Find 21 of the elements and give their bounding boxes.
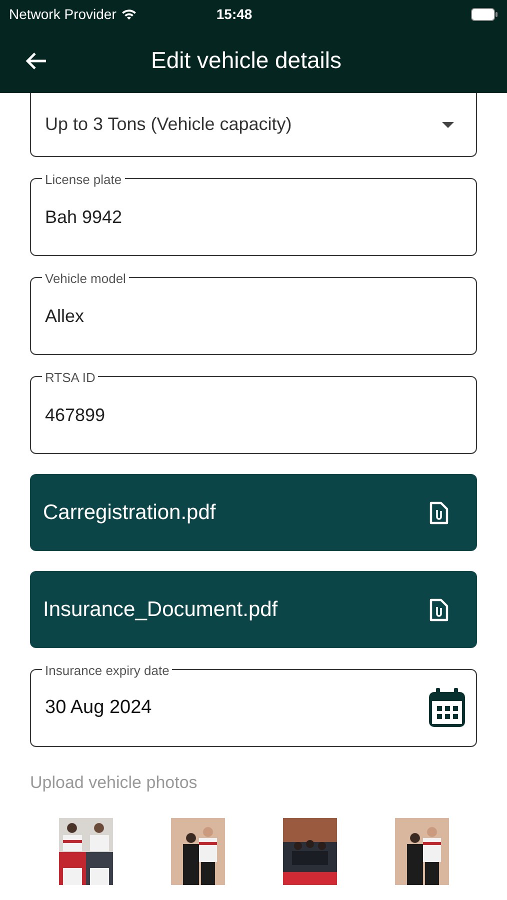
- wifi-icon: [121, 8, 138, 20]
- field-value: Bah 9942: [45, 206, 122, 228]
- document-filename: Insurance_Document.pdf: [43, 596, 278, 623]
- back-arrow-icon: [25, 52, 47, 70]
- carrier-label: Network Provider: [9, 4, 116, 24]
- document-card[interactable]: Carregistration.pdf: [30, 474, 477, 551]
- dropdown-caret-icon: [442, 122, 454, 128]
- document-filename: Carregistration.pdf: [43, 500, 216, 526]
- clock-time: 15:48: [216, 4, 252, 24]
- screen-title: Edit vehicle details: [151, 46, 342, 76]
- document-card[interactable]: Insurance_Document.pdf: [30, 571, 477, 648]
- attachment-file-icon: [429, 500, 449, 524]
- field-value: 30 Aug 2024: [45, 696, 152, 720]
- section-label: Upload vehicle photos: [30, 772, 198, 794]
- field-value: Allex: [45, 304, 84, 328]
- capacity-dropdown[interactable]: Up to 3 Tons (Vehicle capacity): [30, 93, 477, 157]
- attachment-file-icon: [429, 598, 449, 622]
- battery-icon: [471, 8, 498, 20]
- field-value: 467899: [45, 404, 106, 426]
- calendar-icon[interactable]: [428, 688, 466, 728]
- dropdown-value: Up to 3 Tons (Vehicle capacity): [45, 113, 292, 136]
